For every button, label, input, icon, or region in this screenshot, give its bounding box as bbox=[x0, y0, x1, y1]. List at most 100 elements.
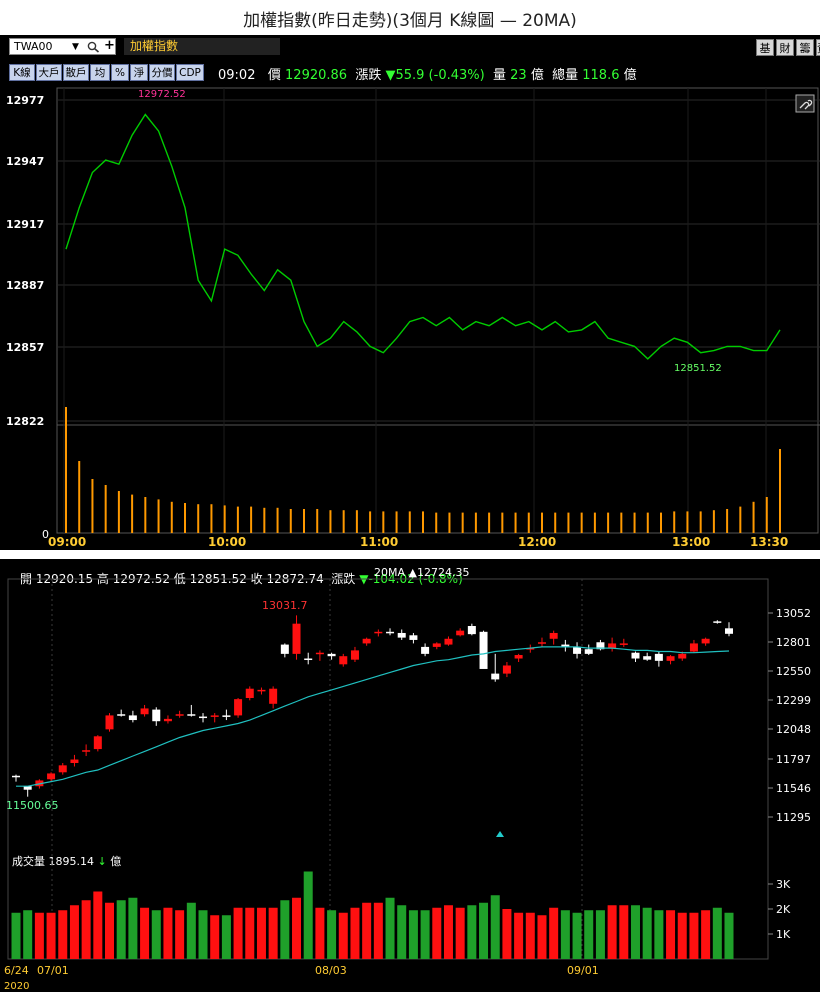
volume-bar bbox=[595, 910, 605, 959]
volume-bar bbox=[186, 902, 196, 959]
volume-bar bbox=[46, 912, 56, 959]
volume-bar bbox=[502, 909, 512, 959]
indicator-button-5[interactable]: 淨 bbox=[130, 64, 148, 81]
vol-tick-label: 2K bbox=[776, 903, 791, 916]
volume-bar bbox=[677, 912, 687, 959]
y-tick-label: 12917 bbox=[6, 218, 44, 231]
volume-bar bbox=[233, 907, 243, 959]
x-tick-label: 10:00 bbox=[208, 535, 246, 549]
candle-body bbox=[257, 689, 266, 692]
tool-button-2[interactable]: 籌 bbox=[796, 39, 814, 56]
volume-bar bbox=[34, 912, 44, 959]
volume-bar bbox=[303, 871, 313, 959]
volume-bar bbox=[408, 910, 418, 959]
kline-panel: 開 12920.15 高 12972.52 低 12851.52 收 12872… bbox=[0, 559, 820, 992]
tool-button-0[interactable]: 基 bbox=[756, 39, 774, 56]
volume-bar bbox=[315, 907, 325, 959]
y-tick-label: 12550 bbox=[776, 665, 811, 678]
candle-body bbox=[643, 656, 652, 660]
x-tick-label: 6/24 bbox=[4, 964, 29, 977]
volume-bar bbox=[280, 900, 290, 959]
volume-bar bbox=[514, 912, 524, 959]
indicator-button-3[interactable]: 均 bbox=[90, 64, 110, 81]
y-tick-label: 12822 bbox=[6, 415, 44, 428]
candle-body bbox=[234, 699, 243, 716]
volume-bar bbox=[397, 905, 407, 959]
x-tick-label: 09/01 bbox=[567, 964, 599, 977]
volume-bar bbox=[712, 907, 722, 959]
candle-body bbox=[187, 714, 196, 716]
indicator-button-7[interactable]: CDP bbox=[176, 64, 204, 81]
candle-body bbox=[210, 715, 219, 717]
candle-body bbox=[140, 708, 149, 715]
volume-bar bbox=[292, 897, 302, 959]
volume-bar bbox=[81, 900, 91, 959]
indicator-button-6[interactable]: 分價 bbox=[149, 64, 175, 81]
volume-bar bbox=[479, 902, 489, 959]
candle-body bbox=[163, 718, 172, 722]
volume-bar bbox=[58, 910, 68, 959]
candle-body bbox=[725, 628, 733, 634]
candle-body bbox=[654, 653, 663, 661]
volume-bar bbox=[572, 912, 582, 959]
y-tick-label: 11797 bbox=[776, 753, 811, 766]
candle-body bbox=[280, 644, 289, 654]
volume-bar bbox=[607, 905, 617, 959]
volume-bar bbox=[256, 907, 266, 959]
candle-body bbox=[584, 649, 593, 654]
high-label: 12972.52 bbox=[138, 89, 186, 100]
candle-body bbox=[152, 709, 161, 722]
volume-bar bbox=[105, 902, 115, 959]
volume-bar bbox=[245, 907, 255, 959]
volume-bar bbox=[525, 912, 535, 959]
tool-button-3[interactable]: 資 bbox=[816, 39, 820, 56]
candle-body bbox=[608, 643, 617, 649]
y-tick-label: 12977 bbox=[6, 94, 44, 107]
x-tick-label: 13:30 bbox=[750, 535, 788, 549]
volume-bar bbox=[128, 897, 138, 959]
x-tick-label: 11:00 bbox=[360, 535, 398, 549]
low-label: 12851.52 bbox=[674, 363, 722, 374]
plot-frame bbox=[56, 87, 819, 534]
y-tick-label: 12801 bbox=[776, 636, 811, 649]
indicator-button-2[interactable]: 散戶 bbox=[63, 64, 89, 81]
candle-body bbox=[304, 658, 313, 661]
x-tick-label: 07/01 bbox=[37, 964, 69, 977]
candle-body bbox=[502, 665, 511, 674]
volume-bar bbox=[537, 915, 547, 959]
marker-triangle bbox=[496, 831, 504, 837]
volume-bar bbox=[584, 910, 594, 959]
candle-body bbox=[199, 716, 208, 719]
candle-body bbox=[327, 653, 336, 657]
kline-chart: 13052 12801 12550 12299 12048 11797 11546 11295… bbox=[4, 578, 811, 992]
volume-bar bbox=[549, 907, 559, 959]
volume-bar bbox=[432, 907, 442, 959]
volume-bar bbox=[350, 907, 360, 959]
candle-body bbox=[479, 631, 488, 669]
volume-bar bbox=[701, 910, 711, 959]
volume-bar bbox=[23, 910, 33, 959]
indicator-button-0[interactable]: K線 bbox=[9, 64, 35, 81]
candle-body bbox=[666, 656, 675, 661]
vol-tick-label: 1K bbox=[776, 928, 791, 941]
candle-body bbox=[619, 643, 628, 645]
volume-bar bbox=[467, 905, 477, 959]
candle-body bbox=[631, 652, 640, 659]
candle-body bbox=[70, 759, 79, 764]
y-tick-label: 12947 bbox=[6, 155, 44, 168]
candle-body bbox=[339, 656, 348, 665]
candle-body bbox=[491, 673, 500, 680]
candle-body bbox=[82, 750, 91, 752]
indicator-button-4[interactable]: % bbox=[111, 64, 129, 81]
candle-body bbox=[444, 638, 453, 645]
volume-bar bbox=[327, 910, 337, 959]
intraday-panel: TWA00 ▼ + 加權指數 09:02 價 12920.86 漲跌 ▼55.9… bbox=[0, 35, 820, 550]
indicator-button-1[interactable]: 大戶 bbox=[36, 64, 62, 81]
y-tick-label: 12299 bbox=[776, 694, 811, 707]
kline-low-label: 11500.65 bbox=[6, 799, 59, 812]
candle-body bbox=[117, 714, 126, 716]
candle-body bbox=[58, 765, 67, 773]
x-tick-label: 12:00 bbox=[518, 535, 556, 549]
tool-button-1[interactable]: 財 bbox=[776, 39, 794, 56]
candle-body bbox=[175, 714, 184, 716]
